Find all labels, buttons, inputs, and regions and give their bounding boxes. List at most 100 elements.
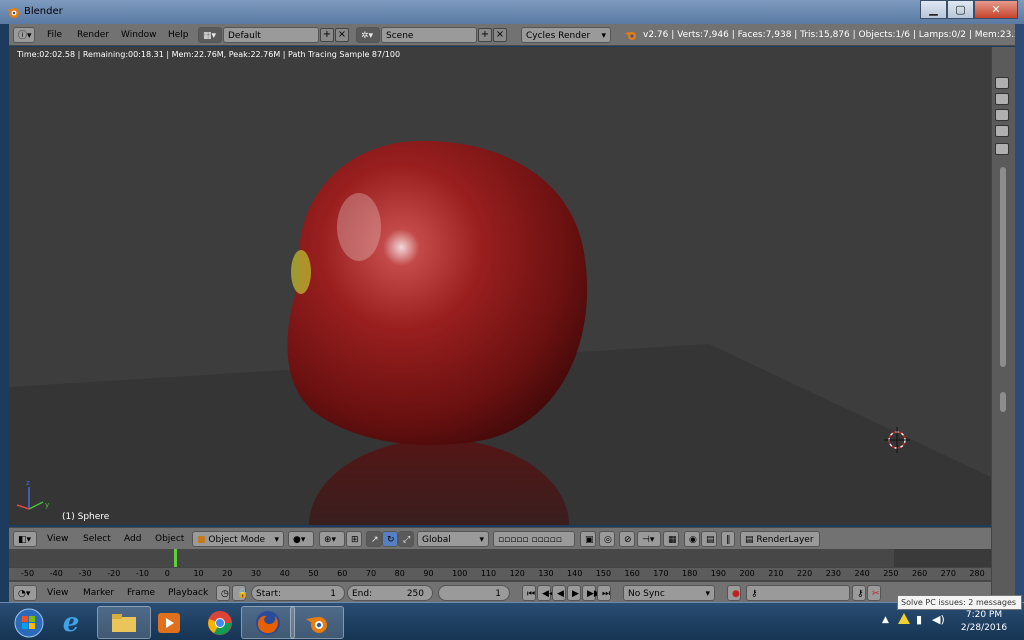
layer-buttons[interactable]: ▫▫▫▫▫ ▫▫▫▫▫	[493, 531, 575, 547]
scene-stats: v2.76 | Verts:7,946 | Faces:7,938 | Tris…	[643, 30, 1015, 40]
volume-icon[interactable]: ◀)	[932, 613, 945, 626]
remove-scene-button[interactable]: ×	[493, 28, 507, 42]
menu-frame[interactable]: Frame	[121, 585, 161, 601]
timeline-tick: 60	[337, 569, 348, 578]
system-clock[interactable]: 7:20 PM 2/28/2016	[952, 609, 1016, 635]
render-layer-toggle[interactable]: ‖	[721, 531, 735, 547]
action-center-icon[interactable]	[898, 613, 910, 625]
preview-range-icon[interactable]: ◷	[216, 585, 230, 601]
render-preview-icon[interactable]: ▦	[663, 531, 679, 547]
end-frame-field[interactable]: End: 250	[347, 585, 433, 601]
delete-keyframe-icon[interactable]: ✂	[867, 585, 881, 601]
network-icon[interactable]: ▮	[916, 613, 922, 626]
chevron-down-icon: ▾	[705, 589, 710, 599]
chevron-down-icon: ▾	[601, 31, 606, 41]
scene-icon[interactable]: ✲▾	[356, 27, 380, 43]
play-icon[interactable]: ▶	[567, 585, 581, 601]
maximize-button[interactable]: ▢	[947, 0, 974, 19]
properties-tab-object[interactable]	[995, 125, 1009, 137]
start-frame-field[interactable]: Start: 1	[251, 585, 345, 601]
timeline-ruler[interactable]: -50 -40 -30 -20 -10 0 10 20 30 40 50 60 70 80 90 100 110…	[9, 567, 991, 581]
properties-tab-world[interactable]	[995, 109, 1009, 121]
menu-add[interactable]: Add	[118, 531, 147, 547]
timeline-tick: 160	[624, 569, 640, 578]
menu-timeline-view[interactable]: View	[41, 585, 74, 601]
record-icon[interactable]: ●	[727, 585, 741, 601]
menu-select[interactable]: Select	[77, 531, 117, 547]
menu-view[interactable]: View	[41, 531, 74, 547]
keying-set-field[interactable]: ⚷	[746, 585, 850, 601]
properties-scroll-handle[interactable]	[1000, 392, 1006, 412]
mode-select[interactable]: ■ Object Mode ▾	[192, 531, 284, 547]
menu-window[interactable]: Window	[115, 27, 163, 43]
properties-panel-toggle[interactable]	[995, 143, 1009, 155]
shading-select[interactable]: ●▾	[288, 531, 314, 547]
lock-layers-icon[interactable]: ▣	[580, 531, 596, 547]
media-player-icon[interactable]	[142, 606, 196, 639]
timeline-tick: 250	[883, 569, 899, 578]
add-scene-button[interactable]: +	[478, 28, 492, 42]
orientation-select[interactable]: Global ▾	[417, 531, 489, 547]
firefox-icon[interactable]	[241, 606, 295, 639]
blender-taskbar-icon[interactable]	[290, 606, 344, 639]
properties-tab-render[interactable]	[995, 77, 1009, 89]
chrome-icon[interactable]	[193, 606, 247, 639]
timeline-tick: 110	[480, 569, 497, 578]
timeline-tick: 140	[567, 569, 583, 578]
sync-select[interactable]: No Sync ▾	[623, 585, 715, 601]
scale-manipulator-icon[interactable]: ⤢	[398, 531, 414, 547]
jump-end-icon[interactable]: ⏭	[597, 585, 611, 601]
timeline-tick: 150	[595, 569, 612, 578]
lock-icon[interactable]: 🔒	[232, 585, 248, 601]
timeline-track[interactable]	[9, 549, 991, 567]
menu-playback[interactable]: Playback	[162, 585, 214, 601]
pivot-select[interactable]: ⊕▾	[319, 531, 345, 547]
screen-layout-field[interactable]: Default	[223, 27, 319, 43]
editor-type-timeline-icon[interactable]: ◔▾	[13, 585, 37, 601]
add-layout-button[interactable]: +	[320, 28, 334, 42]
timeline-tick: 180	[682, 569, 698, 578]
menu-help[interactable]: Help	[162, 27, 195, 43]
window-controls: ▁ ▢ ✕	[920, 0, 1018, 20]
editor-type-3d-icon[interactable]: ◧▾	[13, 531, 37, 547]
film-icon[interactable]: ▤	[701, 531, 717, 547]
timeline-tick: -40	[49, 569, 63, 578]
minimize-button[interactable]: ▁	[920, 0, 947, 19]
manipulator-toggle[interactable]: ⊞	[346, 531, 362, 547]
internet-explorer-icon[interactable]: e	[44, 606, 98, 639]
proportional-edit-icon[interactable]: ⊣▾	[637, 531, 661, 547]
clock-time: 7:20 PM	[965, 610, 1003, 620]
camera-icon[interactable]: ◉	[684, 531, 700, 547]
next-keyframe-icon[interactable]: ▶▶	[582, 585, 601, 601]
current-frame-field[interactable]: 1	[438, 585, 510, 601]
properties-scrollbar[interactable]	[1000, 167, 1006, 367]
prev-keyframe-icon[interactable]: ◀◀	[537, 585, 556, 601]
menu-file[interactable]: File	[41, 27, 68, 43]
jump-start-icon[interactable]: ⏮	[522, 585, 536, 601]
window-titlebar: Blender ▁ ▢ ✕	[0, 0, 1024, 24]
menu-marker[interactable]: Marker	[77, 585, 120, 601]
timeline-playhead[interactable]	[174, 549, 177, 567]
snap-element-icon[interactable]: ⊘	[619, 531, 635, 547]
rotate-manipulator-icon[interactable]: ↻	[382, 531, 398, 547]
snap-toggle-icon[interactable]: ◎	[599, 531, 615, 547]
insert-keyframe-icon[interactable]: ⚷	[852, 585, 866, 601]
end-label: End:	[352, 589, 373, 599]
play-reverse-icon[interactable]: ◀	[552, 585, 566, 601]
remove-layout-button[interactable]: ×	[335, 28, 349, 42]
timeline-tick: 280	[969, 569, 985, 578]
scene-field[interactable]: Scene	[381, 27, 477, 43]
tray-expand-icon[interactable]: ▲	[882, 615, 889, 625]
render-engine-select[interactable]: Cycles Render ▾	[521, 27, 611, 43]
render-layer-select[interactable]: ▤ RenderLayer	[740, 531, 820, 547]
translate-manipulator-icon[interactable]: ↗	[366, 531, 382, 547]
properties-tab-scene[interactable]	[995, 93, 1009, 105]
close-button[interactable]: ✕	[974, 0, 1018, 19]
timeline-header: ◔▾ View Marker Frame Playback ◷ 🔒 Start:…	[9, 581, 991, 602]
editor-type-info-icon[interactable]: ⓘ▾	[13, 27, 35, 43]
screen-layout-icon[interactable]: ▦▾	[198, 27, 222, 43]
menu-render[interactable]: Render	[71, 27, 115, 43]
timeline-tick: 170	[653, 569, 669, 578]
3d-viewport[interactable]: z y Time:02:02.58 | Remaining:00:18.31 |…	[9, 47, 991, 525]
menu-object[interactable]: Object	[149, 531, 190, 547]
